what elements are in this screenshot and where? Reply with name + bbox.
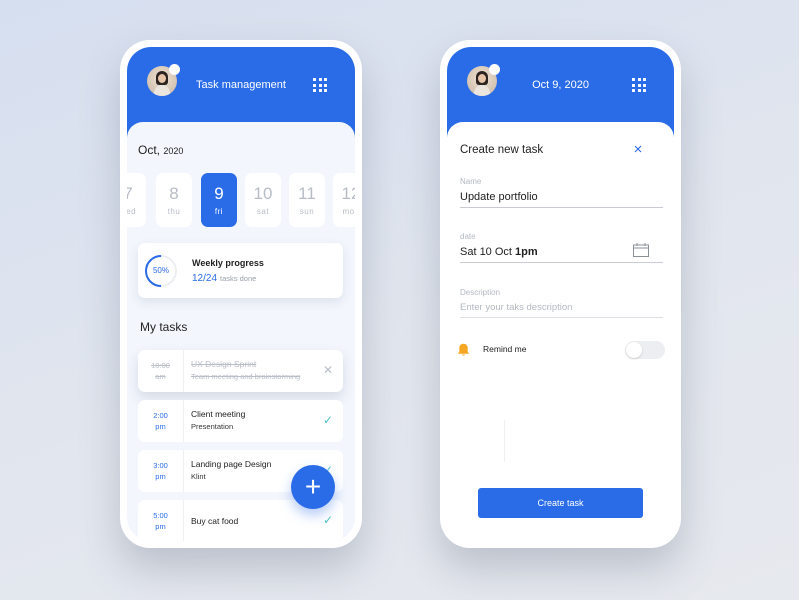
task-management-screen: Task management Oct, 2020 7 wed 8 thu [120, 40, 362, 548]
day-number: 7 [127, 184, 133, 203]
day-item[interactable]: 8 thu [156, 173, 192, 227]
name-input[interactable]: Update portfolio [460, 191, 663, 208]
day-name: sun [299, 207, 315, 216]
task-time-value: 5:00 [153, 511, 168, 520]
bell-icon [457, 343, 470, 356]
month-label: Oct, 2020 [138, 143, 183, 157]
description-label: Description [460, 288, 501, 297]
task-time: 10:00 am [138, 350, 184, 392]
remind-me-toggle[interactable] [625, 341, 665, 359]
day-name: wed [127, 207, 137, 216]
description-input[interactable]: Enter your taks description [460, 302, 663, 318]
screen-content: Oct 9, 2020 Create new task × Name Updat… [447, 47, 674, 541]
task-time-period: am [155, 372, 166, 381]
online-status-dot [169, 64, 180, 75]
add-task-button[interactable]: + [291, 465, 335, 509]
task-title: UX Design Sprint [191, 359, 257, 369]
task-subtitle: Klint [191, 472, 206, 481]
task-title: Client meeting [191, 409, 246, 419]
task-item[interactable]: 10:00 am UX Design Sprint Team meeting a… [138, 350, 343, 392]
task-time-value: 10:00 [151, 361, 170, 370]
progress-count-suffix: tasks done [220, 274, 257, 283]
grid-menu-icon[interactable] [632, 78, 646, 92]
day-selector: 7 wed 8 thu 9 fri 10 sat 11 sun [127, 173, 355, 228]
day-name: sat [256, 207, 270, 216]
day-number: 11 [298, 184, 316, 203]
day-name: fri [214, 207, 224, 216]
task-time: 2:00 pm [138, 400, 184, 442]
close-icon[interactable]: × [630, 142, 646, 158]
task-time: 5:00 pm [138, 500, 184, 541]
task-subtitle: Team meeting and brainstorming [191, 372, 301, 381]
weekly-progress-card[interactable]: 50% Weekly progress 12/24 tasks done [138, 243, 343, 298]
day-number: 9 [214, 184, 224, 203]
day-item[interactable]: 10 sat [245, 173, 281, 227]
name-field[interactable]: Name Update portfolio [460, 177, 663, 208]
progress-count-row: 12/24 tasks done [192, 273, 256, 284]
month-name: Oct, [138, 143, 161, 157]
progress-title: Weekly progress [192, 258, 264, 268]
check-icon[interactable]: ✓ [321, 513, 335, 527]
day-item[interactable]: 11 sun [289, 173, 325, 227]
remind-me-label: Remind me [483, 344, 527, 354]
task-title: Landing page Design [191, 459, 272, 469]
task-time-value: 3:00 [153, 461, 168, 470]
task-title: Buy cat food [191, 516, 239, 526]
time-value: 1pm [514, 246, 538, 258]
divider-line [504, 420, 505, 462]
toggle-knob [626, 342, 642, 358]
create-task-screen: Oct 9, 2020 Create new task × Name Updat… [440, 40, 681, 548]
create-task-button[interactable]: Create task [478, 488, 643, 518]
day-name: thu [167, 207, 181, 216]
close-icon[interactable]: ✕ [321, 363, 335, 377]
online-status-dot [489, 64, 500, 75]
remind-me-row: Remind me [457, 341, 665, 359]
calendar-icon[interactable] [633, 243, 649, 257]
day-number: 8 [169, 184, 179, 203]
task-time-value: 2:00 [153, 411, 168, 420]
date-label: date [460, 232, 476, 241]
my-tasks-heading: My tasks [140, 320, 188, 334]
check-icon[interactable]: ✓ [321, 413, 335, 427]
month-year: 2020 [163, 146, 184, 156]
task-time-period: pm [155, 522, 166, 531]
day-name: mon [342, 207, 355, 216]
task-subtitle: Presentation [191, 422, 234, 431]
progress-count: 12/24 [192, 273, 218, 284]
task-item[interactable]: 2:00 pm Client meeting Presentation ✓ [138, 400, 343, 442]
day-item-selected[interactable]: 9 fri [201, 173, 237, 227]
progress-percent: 50% [152, 266, 169, 275]
day-number: 10 [253, 184, 273, 203]
date-field[interactable]: date Sat 10 Oct 1pm [460, 232, 663, 263]
day-number: 12 [341, 184, 355, 203]
form-title: Create new task [460, 144, 544, 156]
task-time: 3:00 pm [138, 450, 184, 492]
task-time-period: pm [155, 472, 166, 481]
day-item[interactable]: 12 mon [333, 173, 355, 227]
grid-menu-icon[interactable] [313, 78, 327, 92]
day-item[interactable]: 7 wed [127, 173, 146, 227]
description-field[interactable]: Description Enter your taks description [460, 288, 663, 318]
create-task-form: Create new task × Name Update portfolio … [447, 122, 674, 541]
task-time-period: pm [155, 422, 166, 431]
date-value: Sat 10 Oct [460, 246, 512, 258]
name-label: Name [460, 177, 482, 186]
